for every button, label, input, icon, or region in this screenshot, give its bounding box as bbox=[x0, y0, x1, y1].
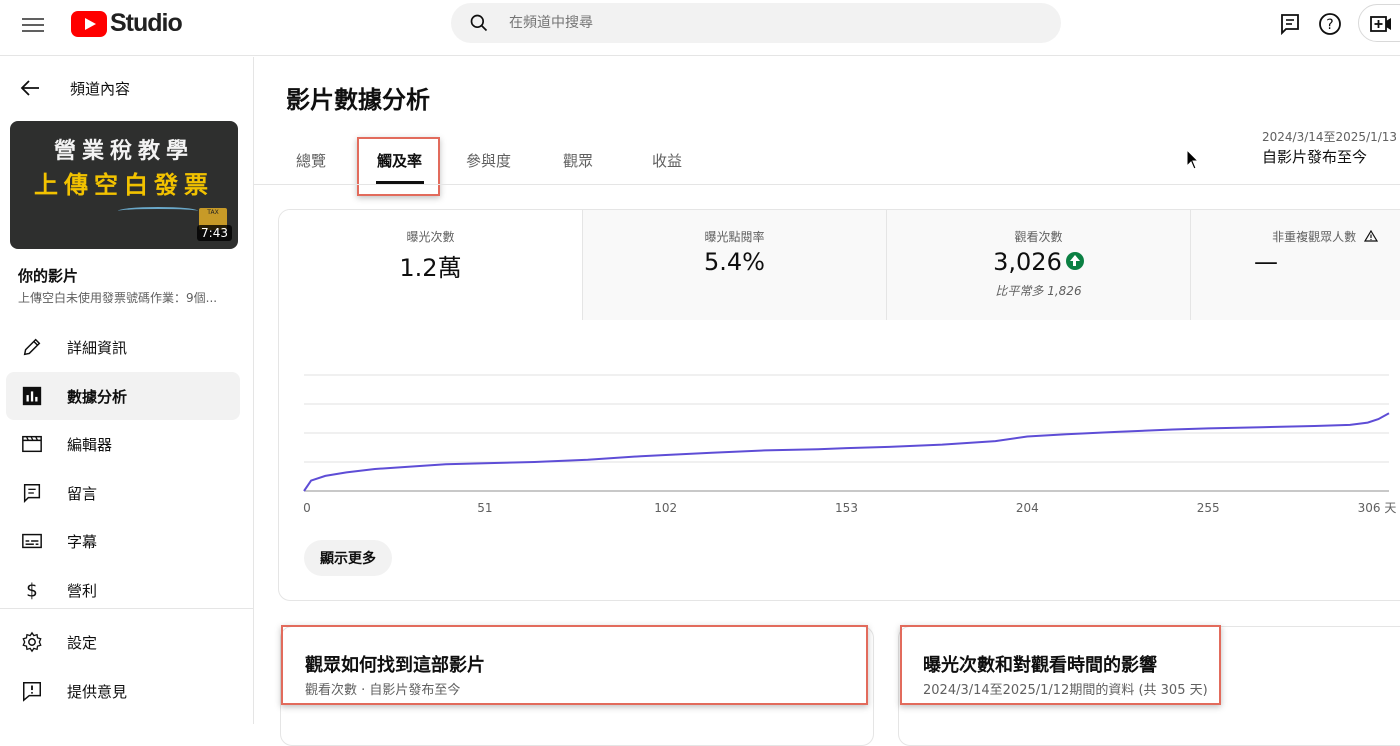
youtube-play-icon bbox=[71, 10, 107, 37]
highlight-box-reach-tab bbox=[357, 137, 440, 196]
metric-label: 曝光次數 bbox=[406, 230, 455, 244]
warning-icon bbox=[1363, 229, 1378, 242]
svg-text:?: ? bbox=[1326, 17, 1333, 33]
metric-value: 5.4% bbox=[704, 248, 765, 276]
video-duration: 7:43 bbox=[197, 225, 232, 241]
sidebar-item-settings[interactable]: 設定 bbox=[6, 618, 240, 666]
metric-note: 比平常多 1,826 bbox=[995, 284, 1082, 298]
tabs-divider bbox=[254, 184, 1400, 185]
gear-icon bbox=[22, 631, 42, 653]
tab-revenue[interactable]: 收益 bbox=[652, 150, 682, 171]
date-range[interactable]: 2024/3/14至2025/1/13 bbox=[1262, 128, 1397, 145]
metric-value: — bbox=[1254, 248, 1278, 276]
highlight-box-impressions-card bbox=[900, 625, 1221, 705]
sidebar-item-label: 編輯器 bbox=[67, 435, 113, 454]
sidebar-item-subtitles[interactable]: 字幕 bbox=[6, 517, 240, 565]
comment-feedback-icon[interactable] bbox=[1278, 12, 1302, 36]
top-app-bar: Studio ? bbox=[0, 0, 1400, 56]
thumbnail-line2: 上傳空白發票 bbox=[34, 170, 214, 199]
search-bar[interactable] bbox=[451, 3, 1061, 43]
sidebar-item-label: 營利 bbox=[67, 581, 98, 600]
back-label: 頻道內容 bbox=[70, 79, 131, 98]
sidebar-item-comments[interactable]: 留言 bbox=[6, 469, 240, 517]
arrow-up-icon bbox=[1065, 252, 1084, 270]
subtitles-icon bbox=[22, 533, 42, 549]
metric-impressions[interactable]: 曝光次數 1.2萬 bbox=[279, 210, 583, 320]
comment-icon bbox=[23, 484, 41, 504]
dollar-icon: $ bbox=[26, 580, 38, 601]
tab-audience[interactable]: 觀眾 bbox=[563, 150, 593, 171]
sidebar-item-monetization[interactable]: $ 營利 bbox=[6, 566, 240, 614]
create-button[interactable] bbox=[1358, 4, 1400, 42]
sidebar-divider bbox=[0, 608, 253, 609]
back-to-channel-content[interactable]: 頻道內容 bbox=[18, 75, 130, 101]
show-more-button[interactable]: 顯示更多 bbox=[304, 540, 392, 576]
metric-value: 3,026 bbox=[993, 248, 1062, 276]
chart-x-tick-label: 153 bbox=[835, 501, 858, 515]
sidebar-item-label: 詳細資訊 bbox=[67, 338, 128, 357]
metric-label-row: 非重複觀眾人數 bbox=[1191, 228, 1400, 245]
chart-series-line bbox=[303, 412, 1390, 492]
chart-x-tick-label: 204 bbox=[1016, 501, 1039, 515]
clapper-icon bbox=[22, 435, 42, 453]
sidebar-item-label: 設定 bbox=[67, 633, 98, 652]
sidebar-item-editor[interactable]: 編輯器 bbox=[6, 420, 240, 468]
feedback-icon bbox=[23, 682, 41, 702]
metric-value: 1.2萬 bbox=[399, 254, 462, 282]
video-title: 上傳空白未使用發票號碼作業：9個... bbox=[18, 291, 218, 305]
metric-label: 非重複觀眾人數 bbox=[1272, 230, 1357, 244]
thumbnail-swoosh bbox=[118, 207, 198, 215]
metric-label: 曝光點閱率 bbox=[704, 230, 765, 244]
create-video-icon bbox=[1370, 16, 1391, 32]
sidebar-item-details[interactable]: 詳細資訊 bbox=[6, 323, 240, 371]
tab-engagement[interactable]: 參與度 bbox=[466, 150, 511, 171]
search-input[interactable] bbox=[509, 3, 1029, 43]
tab-overview[interactable]: 總覽 bbox=[296, 150, 326, 171]
mouse-cursor-icon bbox=[1186, 149, 1200, 170]
page-title: 影片數據分析 bbox=[286, 86, 430, 114]
search-icon bbox=[470, 14, 488, 32]
sidebar-item-feedback[interactable]: 提供意見 bbox=[6, 667, 240, 715]
studio-logo[interactable]: Studio bbox=[71, 9, 183, 38]
sidebar: 頻道內容 營業稅教學 上傳空白發票 TAX 7:43 你的影片 上傳空白未使用發… bbox=[0, 57, 254, 724]
metric-unique-viewers[interactable]: 非重複觀眾人數 — bbox=[1191, 210, 1400, 320]
sidebar-item-label: 提供意見 bbox=[67, 682, 128, 701]
metric-ctr[interactable]: 曝光點閱率 5.4% bbox=[583, 210, 887, 320]
chart-gridlines bbox=[304, 374, 1389, 492]
thumbnail-line1: 營業稅教學 bbox=[53, 138, 194, 164]
sidebar-item-label: 字幕 bbox=[67, 532, 98, 551]
chart-x-ticks: 0 51 102 153 204 255 306 天 bbox=[303, 501, 1396, 515]
sidebar-item-label: 留言 bbox=[67, 484, 98, 503]
sidebar-item-label: 數據分析 bbox=[67, 387, 128, 406]
menu-icon[interactable] bbox=[22, 14, 44, 34]
chart-x-tick-label: 51 bbox=[477, 501, 492, 515]
metric-label: 觀看次數 bbox=[1014, 230, 1063, 244]
arrow-left-icon bbox=[20, 80, 39, 96]
pencil-icon bbox=[23, 338, 41, 356]
your-video-label: 你的影片 bbox=[18, 267, 79, 285]
chart-x-tick-label: 0 bbox=[303, 501, 311, 515]
svg-text:$: $ bbox=[26, 580, 38, 601]
chart-x-tick-label: 102 bbox=[654, 501, 677, 515]
analytics-icon bbox=[22, 386, 42, 406]
reach-line-chart: 0 51 102 153 204 255 306 天 bbox=[303, 374, 1396, 515]
video-thumbnail[interactable]: 營業稅教學 上傳空白發票 TAX 7:43 bbox=[10, 121, 238, 249]
help-icon[interactable]: ? bbox=[1318, 12, 1342, 36]
chart-x-tick-label: 306 天 bbox=[1358, 501, 1397, 515]
logo-text: Studio bbox=[110, 9, 183, 37]
highlight-box-traffic-card bbox=[281, 625, 868, 705]
chart-x-tick-label: 255 bbox=[1197, 501, 1220, 515]
date-range-label[interactable]: 自影片發布至今 bbox=[1262, 146, 1367, 167]
reach-chart-card: 曝光次數 1.2萬 曝光點閱率 5.4% 觀看次數 3,026 比平常多 1,8… bbox=[278, 209, 1400, 601]
sidebar-item-analytics[interactable]: 數據分析 bbox=[6, 372, 240, 420]
